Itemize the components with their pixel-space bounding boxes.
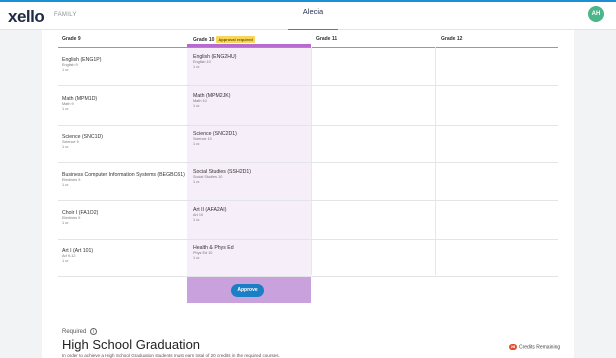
course-credit: 1 cr. [193,218,201,222]
course-credit: 1 cr. [62,221,70,225]
credits-remaining: 28 Credits Remaining [509,344,560,350]
course-card[interactable]: Art II (AFA2AI) Art 10 1 cr. [193,207,226,223]
course-credit: 1 cr. [62,107,70,111]
course-card[interactable]: Math (MPM1D) Math 9 1 cr. [62,96,97,112]
course-card[interactable]: Choir I (FA1O2) Electives 9 1 cr. [62,210,98,226]
course-card[interactable]: Science (SNC2D1) Science 10 1 cr. [193,131,237,147]
course-credit: 1 cr. [62,68,70,72]
course-credit: 1 cr. [193,142,201,146]
course-card[interactable]: Social Studies (SSH2D1) Social Studies 1… [193,169,251,185]
course-card[interactable]: English (ENG1P) English 9 1 cr. [62,57,102,73]
course-card[interactable]: Science (SNC1D) Science 9 1 cr. [62,134,103,150]
student-name: Alecia [302,7,324,16]
column-divider [435,47,436,275]
course-credit: 1 cr. [193,256,201,260]
required-text: Required [62,329,87,336]
course-card[interactable]: Business Computer Information Systems (B… [62,172,185,188]
row-divider [58,162,558,163]
grade10-label: Grade 10 [193,36,215,43]
section-label: FAMILY [54,12,77,18]
row-divider [58,239,558,240]
course-credit: 1 cr. [193,104,201,108]
course-credit: 1 cr. [193,65,201,69]
course-card[interactable]: Health & Phys Ed Phys Ed 10 1 cr. [193,245,234,261]
course-card[interactable]: English (ENG2HU) English 10 1 cr. [193,54,237,70]
course-name: Business Computer Information Systems (B… [62,172,185,178]
top-bar: xello FAMILY Alecia AH [0,0,616,31]
row-divider [58,200,558,201]
graduation-description: In order to achieve a High School Gradua… [62,353,280,358]
course-credit: 1 cr. [62,183,70,187]
graduation-title: High School Graduation [62,337,201,352]
course-card[interactable]: Art I (Art 101) Art 9-12 1 cr. [62,248,93,264]
course-credit: 1 cr. [62,145,70,149]
row-divider [58,125,558,126]
approval-required-badge: Approval required [216,36,255,43]
xello-logo[interactable]: xello [8,7,45,27]
column-divider [311,47,312,275]
required-label: Required i [62,328,98,336]
info-icon[interactable]: i [90,328,98,335]
student-tab[interactable]: Alecia [282,2,344,31]
credits-count-badge: 28 [509,344,517,350]
course-credit: 1 cr. [193,180,201,184]
header-divider [58,47,558,48]
course-credit: 1 cr. [62,259,70,263]
approve-button[interactable]: Approve [231,284,264,297]
course-card[interactable]: Math (MPM2JK) Math 10 1 cr. [193,93,230,109]
avatar[interactable]: AH [588,6,604,22]
row-divider [58,85,558,86]
course-plan-card: Grade 9 Grade 10 Approval required Grade … [42,30,574,358]
credits-label: Credits Remaining [519,344,561,351]
